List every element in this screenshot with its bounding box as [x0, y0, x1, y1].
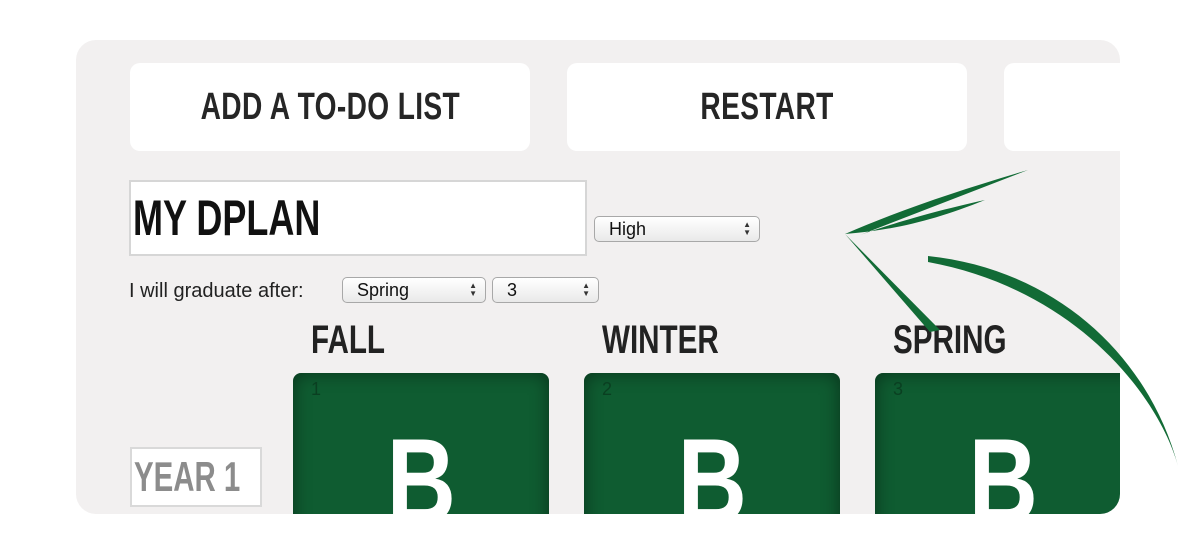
graduation-year-select[interactable]: 3 ▲ ▼ — [492, 277, 599, 303]
season-header-spring: SPRING — [893, 318, 1046, 363]
term-letter: B — [293, 421, 549, 514]
graduate-after-label: I will graduate after: — [129, 280, 304, 302]
year-label-box[interactable]: YEAR 1 — [130, 447, 262, 507]
year-label-text: YEAR 1 — [134, 453, 241, 500]
term-number: 2 — [602, 379, 613, 399]
term-card-fall[interactable]: 1 B — [293, 373, 549, 514]
season-header-winter: WINTER — [602, 318, 760, 363]
season-header-fall: FALL — [311, 318, 411, 363]
season-winter-text: WINTER — [602, 318, 719, 362]
updown-chevron-icon: ▲ ▼ — [469, 281, 477, 298]
restart-button[interactable]: RESTART — [567, 63, 967, 151]
term-letter-text: B — [968, 414, 1038, 514]
season-spring-text: SPRING — [893, 318, 1007, 362]
plan-name-text: MY DPLAN — [133, 190, 321, 246]
season-fall-text: FALL — [311, 318, 385, 362]
graduation-term-select[interactable]: Spring ▲ ▼ — [342, 277, 486, 303]
updown-chevron-icon: ▲ ▼ — [582, 281, 590, 298]
priority-select[interactable]: High ▲ ▼ — [594, 216, 760, 242]
graduation-term-value: Spring — [357, 279, 410, 300]
term-card-winter[interactable]: 2 B — [584, 373, 840, 514]
third-toolbar-button[interactable] — [1004, 63, 1120, 151]
term-number: 1 — [311, 379, 322, 399]
add-todo-list-label: ADD A TO-DO LIST — [200, 85, 460, 128]
term-letter-text: B — [677, 414, 747, 514]
restart-label: RESTART — [700, 85, 834, 128]
term-letter-text: B — [386, 414, 456, 514]
term-letter: B — [584, 421, 840, 514]
term-number: 3 — [893, 379, 904, 399]
updown-chevron-icon: ▲ ▼ — [743, 220, 751, 237]
term-letter: B — [875, 421, 1120, 514]
term-card-spring[interactable]: 3 B — [875, 373, 1120, 514]
priority-value: High — [609, 218, 647, 239]
plan-name-input[interactable]: MY DPLAN — [129, 180, 587, 256]
app-frame: ADD A TO-DO LIST RESTART MY DPLAN High ▲… — [76, 40, 1120, 514]
add-todo-list-button[interactable]: ADD A TO-DO LIST — [130, 63, 530, 151]
graduation-year-value: 3 — [507, 279, 518, 300]
